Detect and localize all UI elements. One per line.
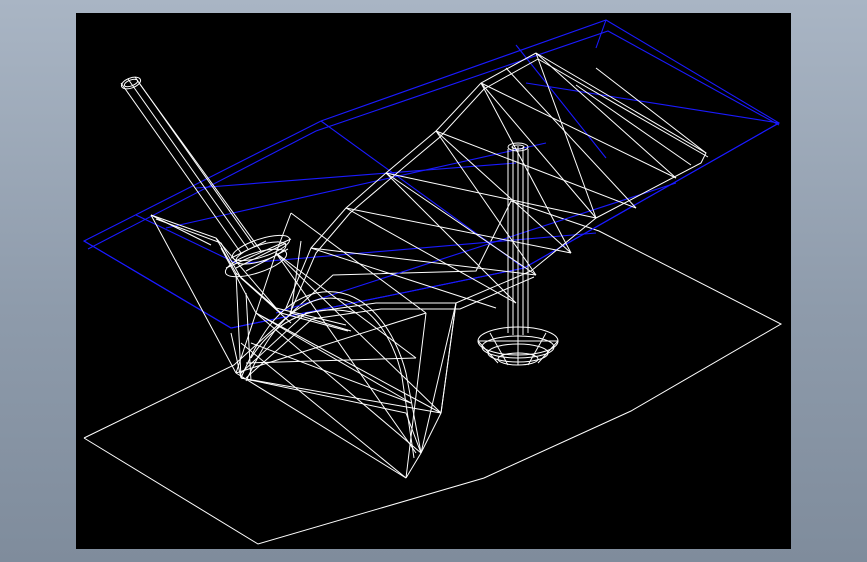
- tall-mast-left: [120, 76, 262, 254]
- blue-roof-envelope: [82, 19, 781, 329]
- cad-viewport[interactable]: [76, 13, 791, 549]
- mast-base-disc-right: [477, 326, 559, 366]
- wireframe-drawing: [82, 19, 783, 545]
- ground-outline: [83, 200, 783, 545]
